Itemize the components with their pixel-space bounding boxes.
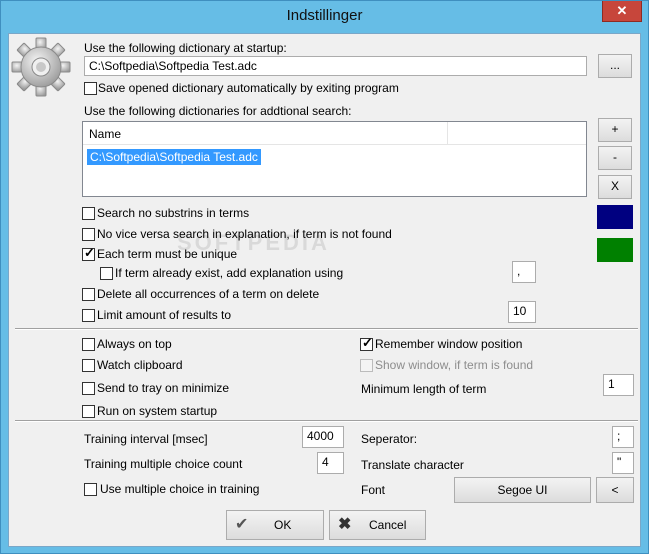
cancel-label: Cancel bbox=[369, 518, 407, 532]
if-exist-checkbox[interactable] bbox=[100, 267, 113, 280]
startup-dictionary-input[interactable]: C:\Softpedia\Softpedia Test.adc bbox=[84, 56, 587, 76]
min-length-input[interactable]: 1 bbox=[603, 374, 634, 396]
add-dictionary-button[interactable]: + bbox=[598, 118, 632, 142]
send-to-tray-label: Send to tray on minimize bbox=[97, 381, 230, 395]
ok-button[interactable]: ✔ OK bbox=[226, 510, 324, 540]
watch-clipboard-label: Watch clipboard bbox=[97, 358, 183, 372]
clear-dictionaries-button[interactable]: X bbox=[598, 175, 632, 199]
color-swatch-blue[interactable] bbox=[597, 205, 633, 229]
additional-dictionaries-label: Use the following dictionaries for addti… bbox=[84, 104, 352, 118]
if-exist-separator-input[interactable]: , bbox=[512, 261, 536, 283]
color-swatch-green[interactable] bbox=[597, 238, 633, 262]
column-divider bbox=[447, 122, 448, 144]
min-length-label: Minimum length of term bbox=[361, 382, 487, 396]
training-interval-label: Training interval [msec] bbox=[84, 432, 208, 446]
separator-input[interactable]: ; bbox=[612, 426, 634, 448]
run-startup-checkbox[interactable] bbox=[82, 405, 95, 418]
cross-icon: ✖ bbox=[338, 516, 352, 533]
settings-panel: Use the following dictionary at startup:… bbox=[8, 33, 641, 547]
limit-results-input[interactable]: 10 bbox=[508, 301, 536, 323]
limit-results-label: Limit amount of results to bbox=[97, 308, 232, 322]
close-button[interactable]: ✕ bbox=[602, 1, 642, 22]
settings-window: Indstillinger ✕ Use the following dictio… bbox=[0, 0, 649, 554]
no-vice-versa-checkbox[interactable] bbox=[82, 228, 95, 241]
send-to-tray-checkbox[interactable] bbox=[82, 382, 95, 395]
run-startup-label: Run on system startup bbox=[97, 404, 218, 418]
check-mark-icon: ✓ bbox=[84, 245, 95, 260]
browse-button[interactable]: ... bbox=[598, 54, 632, 78]
list-item[interactable]: C:\Softpedia\Softpedia Test.adc bbox=[87, 149, 261, 165]
window-title: Indstillinger bbox=[286, 7, 363, 24]
cancel-button[interactable]: ✖ Cancel bbox=[329, 510, 426, 540]
check-icon: ✔ bbox=[235, 516, 249, 533]
training-interval-input[interactable]: 4000 bbox=[302, 426, 344, 448]
always-on-top-checkbox[interactable] bbox=[82, 338, 95, 351]
gear-icon bbox=[11, 37, 71, 97]
show-window-label: Show window, if term is found bbox=[375, 358, 534, 372]
dictionaries-list[interactable]: Name C:\Softpedia\Softpedia Test.adc bbox=[82, 121, 587, 197]
watch-clipboard-checkbox[interactable] bbox=[82, 359, 95, 372]
separator bbox=[15, 420, 638, 422]
separator-label: Seperator: bbox=[361, 432, 418, 446]
delete-all-checkbox[interactable] bbox=[82, 288, 95, 301]
ok-label: OK bbox=[274, 518, 292, 532]
remember-position-checkbox[interactable]: ✓ bbox=[360, 335, 373, 351]
delete-all-label: Delete all occurrences of a term on dele… bbox=[97, 287, 320, 301]
font-reset-button[interactable]: < bbox=[596, 477, 634, 503]
if-exist-label: If term already exist, add explanation u… bbox=[115, 266, 344, 280]
watermark: SOFTPEDIA bbox=[177, 230, 330, 255]
list-header: Name bbox=[83, 122, 586, 145]
no-substrings-checkbox[interactable] bbox=[82, 207, 95, 220]
limit-results-checkbox[interactable] bbox=[82, 309, 95, 322]
use-mc-label: Use multiple choice in training bbox=[100, 482, 260, 496]
remove-dictionary-button[interactable]: - bbox=[598, 146, 632, 170]
remember-position-label: Remember window position bbox=[375, 337, 523, 351]
mc-count-input[interactable]: 4 bbox=[317, 452, 344, 474]
always-on-top-label: Always on top bbox=[97, 337, 172, 351]
font-button[interactable]: Segoe UI bbox=[454, 477, 591, 503]
font-label: Font bbox=[361, 483, 386, 497]
show-window-checkbox[interactable] bbox=[360, 359, 373, 372]
translate-char-label: Translate character bbox=[361, 458, 464, 472]
translate-char-input[interactable]: " bbox=[612, 452, 634, 474]
column-header-name[interactable]: Name bbox=[89, 127, 121, 141]
separator bbox=[15, 328, 638, 330]
unique-terms-checkbox[interactable]: ✓ bbox=[82, 245, 95, 261]
use-mc-checkbox[interactable] bbox=[84, 483, 97, 496]
no-substrings-label: Search no substrins in terms bbox=[97, 206, 250, 220]
title-bar[interactable]: Indstillinger ✕ bbox=[1, 1, 648, 33]
check-mark-icon: ✓ bbox=[362, 335, 373, 350]
mc-count-label: Training multiple choice count bbox=[84, 457, 243, 471]
save-auto-label: Save opened dictionary automatically by … bbox=[98, 81, 399, 95]
startup-dictionary-label: Use the following dictionary at startup: bbox=[84, 41, 287, 55]
save-auto-checkbox[interactable] bbox=[84, 82, 97, 95]
